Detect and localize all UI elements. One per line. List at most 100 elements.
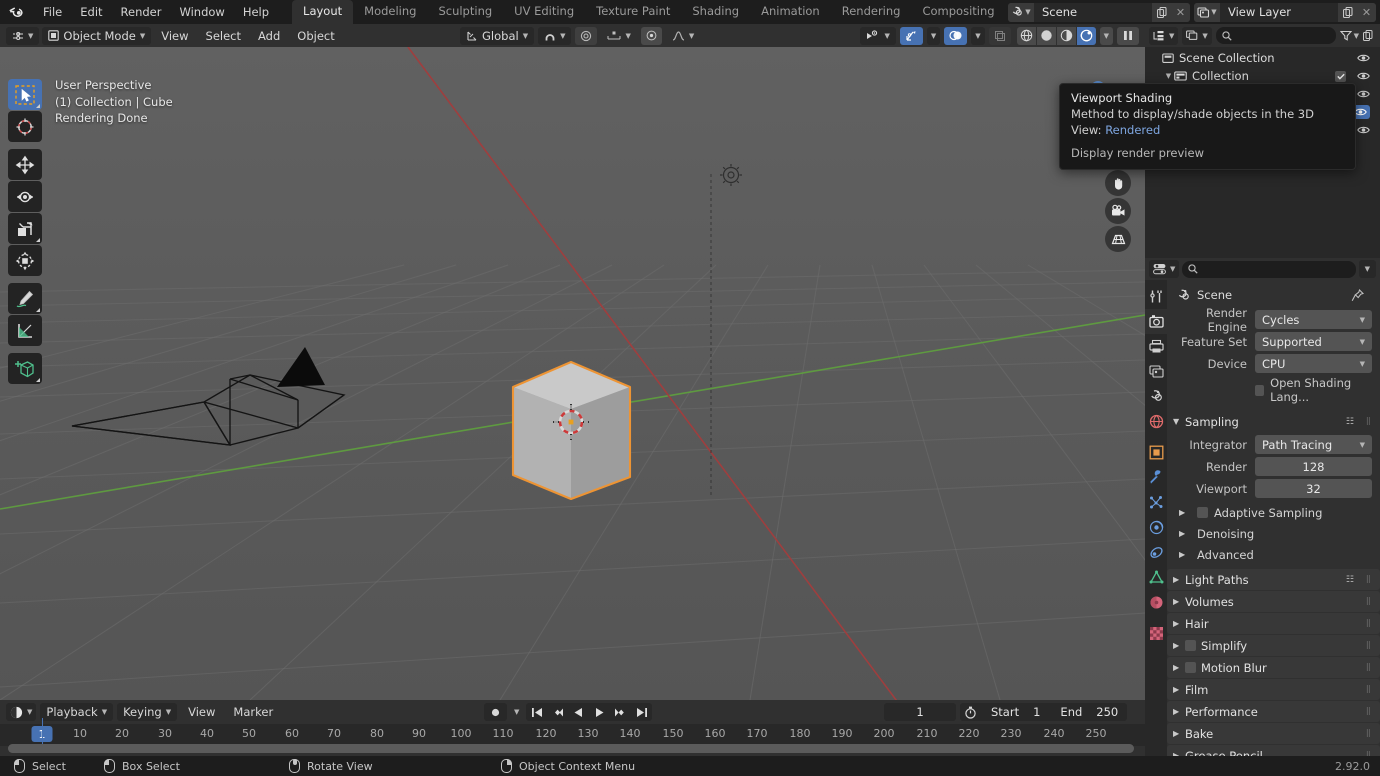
view3d-menu-object[interactable]: Object [290, 27, 341, 45]
pin-icon[interactable] [1351, 288, 1364, 302]
disclosure-triangle-icon[interactable]: ▶ [1173, 685, 1185, 694]
current-frame-field[interactable]: 1 [884, 703, 956, 721]
shading-wireframe-button[interactable] [1016, 26, 1036, 45]
render-samples-field[interactable]: 128 [1255, 457, 1372, 476]
tab-texture[interactable] [1145, 621, 1167, 646]
overlays-dropdown[interactable]: ▼ [971, 26, 985, 45]
auto-keying-toggle[interactable] [484, 703, 507, 721]
integrator-dropdown[interactable]: Path Tracing ▼ [1255, 435, 1372, 454]
tweak-tool[interactable] [8, 79, 42, 110]
disclosure-triangle-icon[interactable]: ▶ [1179, 550, 1191, 559]
disclosure-triangle-icon[interactable]: ▶ [1173, 663, 1185, 672]
drag-dots-icon[interactable]: ⣿ [1366, 664, 1372, 671]
tab-physics[interactable] [1145, 515, 1167, 540]
shading-solid-button[interactable] [1036, 26, 1056, 45]
jump-to-start-button[interactable] [526, 703, 547, 721]
motion-blur-checkbox[interactable] [1185, 662, 1196, 673]
drag-dots-icon[interactable]: ⣿ [1366, 418, 1372, 425]
subpanel-adaptive-sampling[interactable]: ▶ Adaptive Sampling [1167, 502, 1380, 523]
timeline-horizontal-scrollbar[interactable] [8, 744, 1134, 753]
tab-constraints[interactable] [1145, 540, 1167, 565]
frame-start-value[interactable]: 1 [1033, 705, 1040, 719]
menu-render[interactable]: Render [112, 2, 171, 22]
tab-uv-editing[interactable]: UV Editing [503, 0, 585, 24]
play-button[interactable] [589, 703, 610, 721]
outliner-new-collection-button[interactable] [1363, 30, 1374, 41]
properties-options-dropdown[interactable]: ▼ [1358, 260, 1376, 278]
gizmo-dropdown[interactable]: ▼ [926, 26, 941, 45]
collection-checkbox[interactable] [1335, 70, 1346, 82]
device-dropdown[interactable]: CPU ▼ [1255, 354, 1372, 373]
properties-editor-type-button[interactable]: ▼ [1149, 260, 1180, 278]
previous-keyframe-button[interactable] [547, 703, 568, 721]
menu-edit[interactable]: Edit [71, 2, 111, 22]
outliner-filter-id-button[interactable]: ▼ [1182, 26, 1212, 45]
tab-scene[interactable] [1145, 384, 1167, 409]
drag-dots-icon[interactable]: ⣿ [1366, 730, 1372, 737]
transform-tool[interactable] [8, 245, 42, 276]
timeline-menu-playback[interactable]: Playback ▼ [40, 703, 114, 721]
adaptive-sampling-checkbox[interactable] [1197, 507, 1208, 518]
camera-view-button[interactable] [1105, 198, 1131, 224]
scale-tool[interactable] [8, 213, 42, 244]
shading-rendered-button[interactable] [1076, 26, 1096, 45]
preset-list-icon[interactable]: ☷ [1346, 417, 1354, 427]
frame-end-value[interactable]: 250 [1096, 705, 1118, 719]
object-types-visibility-dropdown[interactable]: ▼ [860, 26, 896, 45]
auto-keying-dropdown[interactable]: ▼ [510, 703, 523, 721]
pan-view-button[interactable] [1105, 170, 1131, 196]
timeline-editor-type-button[interactable]: ▼ [6, 703, 37, 721]
timeline-menu-keying[interactable]: Keying ▼ [117, 703, 178, 721]
drag-dots-icon[interactable]: ⣿ [1366, 686, 1372, 693]
render-engine-dropdown[interactable]: Cycles ▼ [1255, 310, 1372, 329]
eye-icon[interactable] [1357, 89, 1370, 99]
pause-render-toggle[interactable] [1117, 26, 1139, 45]
tab-particles[interactable] [1145, 490, 1167, 515]
timeline-menu-view[interactable]: View [181, 703, 222, 721]
outliner-search-input[interactable] [1215, 27, 1336, 44]
scrollbar-knob[interactable] [8, 744, 1134, 753]
panel-volumes[interactable]: ▶ Volumes ⣿ [1167, 591, 1380, 612]
tab-layout[interactable]: Layout [292, 0, 354, 24]
disclosure-triangle-icon[interactable]: ▶ [1179, 529, 1191, 538]
shading-dropdown[interactable]: ▼ [1099, 26, 1113, 45]
jump-to-end-button[interactable] [631, 703, 652, 721]
transform-orientation-dropdown[interactable]: Global ▼ [460, 26, 535, 45]
view-layer-selector[interactable]: ▼ View Layer ✕ [1194, 2, 1376, 22]
preset-list-icon[interactable]: ☷ [1346, 575, 1354, 585]
tab-texture-paint[interactable]: Texture Paint [585, 0, 681, 24]
scene-name[interactable]: Scene [1034, 2, 1152, 22]
eye-icon[interactable] [1357, 71, 1370, 81]
outliner-filter-button[interactable]: ▼ [1339, 30, 1359, 41]
measure-tool[interactable] [8, 315, 42, 346]
blender-logo-icon[interactable] [6, 3, 26, 21]
drag-dots-icon[interactable]: ⣿ [1366, 576, 1372, 583]
drag-dots-icon[interactable]: ⣿ [1366, 642, 1372, 649]
disclosure-triangle-icon[interactable]: ▶ [1173, 729, 1185, 738]
new-view-layer-button[interactable] [1338, 2, 1357, 22]
3d-viewport[interactable]: User Perspective (1) Collection | Cube R… [0, 47, 1145, 700]
gizmo-toggle[interactable] [899, 26, 923, 45]
tab-output[interactable] [1145, 334, 1167, 359]
overlays-toggle[interactable] [944, 26, 968, 45]
panel-film[interactable]: ▶ Film ⣿ [1167, 679, 1380, 700]
panel-light-paths[interactable]: ▶ Light Paths ☷ ⣿ [1167, 569, 1380, 590]
disclosure-triangle-icon[interactable]: ▶ [1173, 597, 1185, 606]
toggle-ortho-button[interactable] [1105, 226, 1131, 252]
next-keyframe-button[interactable] [610, 703, 631, 721]
panel-simplify[interactable]: ▶ Simplify ⣿ [1167, 635, 1380, 656]
osl-checkbox[interactable] [1255, 384, 1265, 396]
tab-view-layer[interactable] [1145, 359, 1167, 384]
new-scene-button[interactable] [1152, 2, 1171, 22]
tab-shading[interactable]: Shading [681, 0, 750, 24]
panel-motion-blur[interactable]: ▶ Motion Blur ⣿ [1167, 657, 1380, 678]
disclosure-triangle-icon[interactable]: ▼ [1163, 72, 1174, 80]
outliner-editor-type-button[interactable]: ▼ [1149, 26, 1179, 45]
panel-hair[interactable]: ▶ Hair ⣿ [1167, 613, 1380, 634]
tab-material[interactable] [1145, 590, 1167, 615]
timeline-scrubbing-area[interactable]: 1 10 20 30 40 50 60 70 80 90 100 110 120… [0, 724, 1145, 746]
panel-performance[interactable]: ▶ Performance ⣿ [1167, 701, 1380, 722]
drag-dots-icon[interactable]: ⣿ [1366, 620, 1372, 627]
tab-rendering[interactable]: Rendering [831, 0, 912, 24]
disclosure-triangle-icon[interactable]: ▶ [1173, 641, 1185, 650]
